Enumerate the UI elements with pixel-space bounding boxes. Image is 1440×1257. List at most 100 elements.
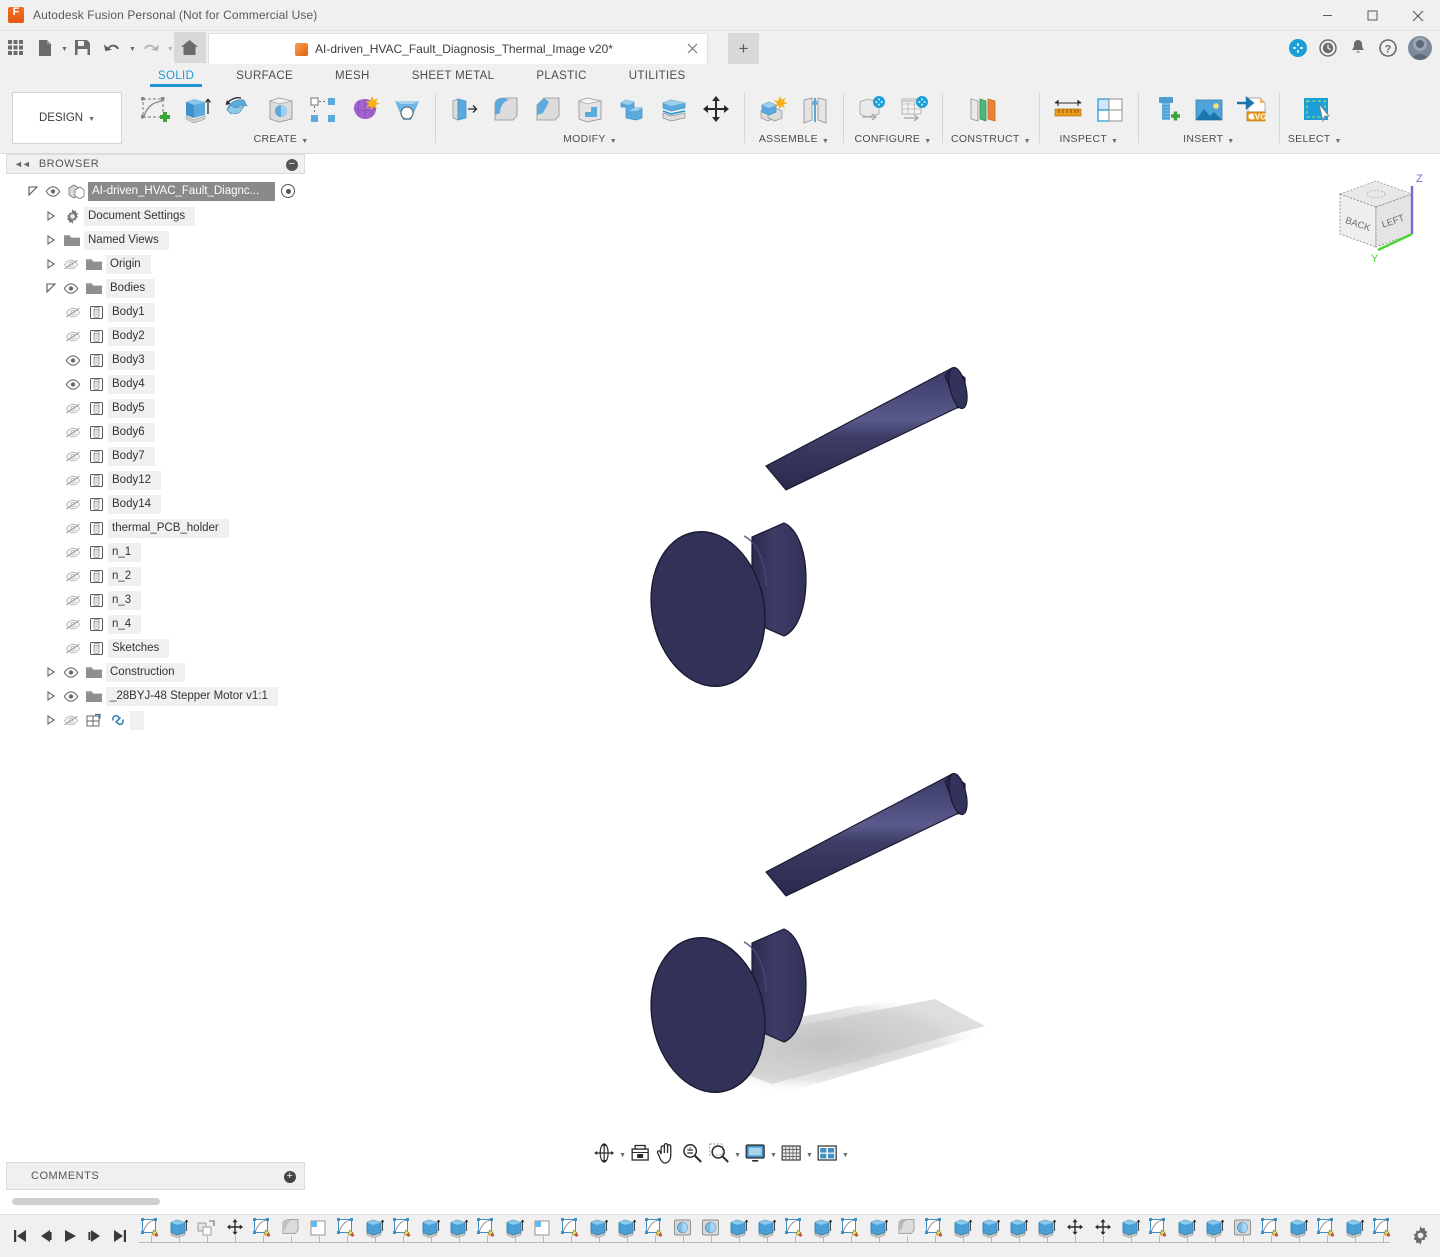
timeline-feature-revolve-icon[interactable] xyxy=(697,1218,725,1248)
orbit-icon[interactable] xyxy=(591,1139,617,1167)
visibility-hidden-icon[interactable] xyxy=(62,588,84,612)
tree-item-bodies[interactable]: Bodies xyxy=(6,276,305,300)
timeline-feature-plane-icon[interactable] xyxy=(529,1218,557,1248)
timeline-feature-sketch-icon[interactable] xyxy=(837,1218,865,1248)
comments-panel[interactable]: COMMENTS + xyxy=(6,1162,305,1190)
undo-caret-icon[interactable]: ▼ xyxy=(129,46,136,53)
activate-component-icon[interactable] xyxy=(281,184,295,198)
minus-circle-icon[interactable]: − xyxy=(286,159,298,171)
home-icon[interactable] xyxy=(174,32,206,63)
tree-item-sketches[interactable]: Construction xyxy=(6,660,305,684)
step-back-icon[interactable] xyxy=(33,1222,56,1250)
timeline-feature-revolve-icon[interactable] xyxy=(1229,1218,1257,1248)
ribbon-panel-construct-label[interactable]: CONSTRUCT ▼ xyxy=(951,131,1031,147)
insert-svg-icon[interactable]: SVG xyxy=(1231,89,1271,131)
tree-item-body[interactable]: n_1 xyxy=(6,540,305,564)
sweep-icon[interactable] xyxy=(261,89,301,131)
offset-plane-icon[interactable] xyxy=(963,89,1003,131)
timeline-feature-extrude-icon[interactable] xyxy=(725,1218,753,1248)
timeline-feature-extrude-icon[interactable] xyxy=(809,1218,837,1248)
timeline-settings[interactable] xyxy=(1400,1226,1440,1245)
bell-icon[interactable] xyxy=(1348,38,1368,58)
timeline-feature-sketch-icon[interactable] xyxy=(641,1218,669,1248)
visibility-eye-icon[interactable] xyxy=(60,276,82,300)
timeline-feature-extrude-icon[interactable] xyxy=(1117,1218,1145,1248)
select-window-icon[interactable] xyxy=(1298,89,1338,131)
timeline-feature-extrude-icon[interactable] xyxy=(1285,1218,1313,1248)
visibility-hidden-icon[interactable] xyxy=(62,492,84,516)
grid-snap-icon[interactable] xyxy=(778,1139,804,1167)
press-pull-icon[interactable] xyxy=(444,89,484,131)
display-settings-caret-icon[interactable]: ▼ xyxy=(770,1152,777,1159)
new-tab-button[interactable]: + xyxy=(728,33,759,64)
ribbon-panel-modify-label[interactable]: MODIFY ▼ xyxy=(444,131,736,147)
tree-item-body[interactable]: Body2 xyxy=(6,324,305,348)
visibility-eye-icon[interactable] xyxy=(62,372,84,396)
grid-snap-caret-icon[interactable]: ▼ xyxy=(806,1152,813,1159)
timeline-feature-sketch-icon[interactable] xyxy=(781,1218,809,1248)
display-settings-icon[interactable] xyxy=(742,1139,768,1167)
tree-item-named-views[interactable]: Named Views xyxy=(6,228,305,252)
timeline-track[interactable] xyxy=(137,1215,1400,1257)
ribbon-panel-configure-label[interactable]: CONFIGURE ▼ xyxy=(852,131,934,147)
timeline-feature-sketch-icon[interactable] xyxy=(137,1218,165,1248)
ribbon-tab-mesh[interactable]: MESH xyxy=(314,70,391,87)
timeline-feature-extrude-icon[interactable] xyxy=(1201,1218,1229,1248)
timeline-feature-chamfer-icon[interactable] xyxy=(277,1218,305,1248)
visibility-eye-icon[interactable] xyxy=(62,348,84,372)
timeline-feature-extrude-icon[interactable] xyxy=(1033,1218,1061,1248)
skip-to-start-icon[interactable] xyxy=(8,1222,31,1250)
visibility-eye-icon[interactable] xyxy=(60,684,82,708)
ribbon-tab-solid[interactable]: SOLID xyxy=(137,70,215,87)
timeline-feature-extrude-icon[interactable] xyxy=(361,1218,389,1248)
timeline-feature-extrude-icon[interactable] xyxy=(501,1218,529,1248)
timeline-feature-extrude-icon[interactable] xyxy=(977,1218,1005,1248)
scrollbar-thumb[interactable] xyxy=(12,1198,160,1205)
plus-circle-icon[interactable]: + xyxy=(284,1171,296,1183)
timeline-feature-extrude-icon[interactable] xyxy=(1173,1218,1201,1248)
combine-icon[interactable] xyxy=(612,89,652,131)
redo-caret-icon[interactable]: ▼ xyxy=(167,46,174,53)
timeline-feature-extrude-icon[interactable] xyxy=(865,1218,893,1248)
chevron-expanded-icon[interactable] xyxy=(42,276,60,300)
loft-icon[interactable] xyxy=(387,89,427,131)
move-copy-icon[interactable] xyxy=(696,89,736,131)
timeline-feature-sketch-icon[interactable] xyxy=(921,1218,949,1248)
visibility-hidden-icon[interactable] xyxy=(62,636,84,660)
fillet-icon[interactable] xyxy=(486,89,526,131)
create-sketch-icon[interactable] xyxy=(135,89,175,131)
shell-icon[interactable] xyxy=(570,89,610,131)
timeline-feature-extrude-icon[interactable] xyxy=(949,1218,977,1248)
tree-item-body[interactable]: Body1 xyxy=(6,300,305,324)
visibility-eye-icon[interactable] xyxy=(42,179,64,203)
visibility-hidden-icon[interactable] xyxy=(60,252,82,276)
pan-hand-icon[interactable] xyxy=(654,1139,678,1167)
ribbon-panel-assemble-label[interactable]: ASSEMBLE ▼ xyxy=(753,131,835,147)
insert-mcmaster-part-icon[interactable] xyxy=(1147,89,1187,131)
new-component-icon[interactable] xyxy=(753,89,793,131)
tree-item-body[interactable]: Body7 xyxy=(6,444,305,468)
minimize-icon[interactable] xyxy=(1305,0,1350,31)
ribbon-tab-sheet-metal[interactable]: SHEET METAL xyxy=(391,70,516,87)
timeline-feature-component-icon[interactable] xyxy=(193,1218,221,1248)
timeline-feature-sketch-icon[interactable] xyxy=(1145,1218,1173,1248)
ribbon-tab-surface[interactable]: SURFACE xyxy=(215,70,314,87)
step-forward-icon[interactable] xyxy=(83,1222,106,1250)
browser-horizontal-scrollbar[interactable] xyxy=(6,1197,305,1206)
timeline-feature-plane-icon[interactable] xyxy=(305,1218,333,1248)
ribbon-panel-create-label[interactable]: CREATE ▼ xyxy=(135,131,427,147)
user-avatar[interactable] xyxy=(1408,36,1432,60)
ribbon-panel-inspect-label[interactable]: INSPECT ▼ xyxy=(1048,131,1130,147)
timeline-feature-sketch-icon[interactable] xyxy=(473,1218,501,1248)
chevron-right-icon[interactable] xyxy=(42,252,60,276)
visibility-hidden-icon[interactable] xyxy=(62,516,84,540)
tree-item-body[interactable]: Body3 xyxy=(6,348,305,372)
tree-item-body[interactable]: Body12 xyxy=(6,468,305,492)
tree-item-stepper-motor[interactable] xyxy=(6,708,305,732)
tree-item-origin[interactable]: Origin xyxy=(6,252,305,276)
timeline-feature-extrude-icon[interactable] xyxy=(1397,1218,1400,1248)
timeline-feature-fillet-icon[interactable] xyxy=(893,1218,921,1248)
new-document-icon[interactable] xyxy=(30,32,60,63)
timeline-feature-move-icon[interactable] xyxy=(1061,1218,1089,1248)
timeline-feature-sketch-icon[interactable] xyxy=(333,1218,361,1248)
